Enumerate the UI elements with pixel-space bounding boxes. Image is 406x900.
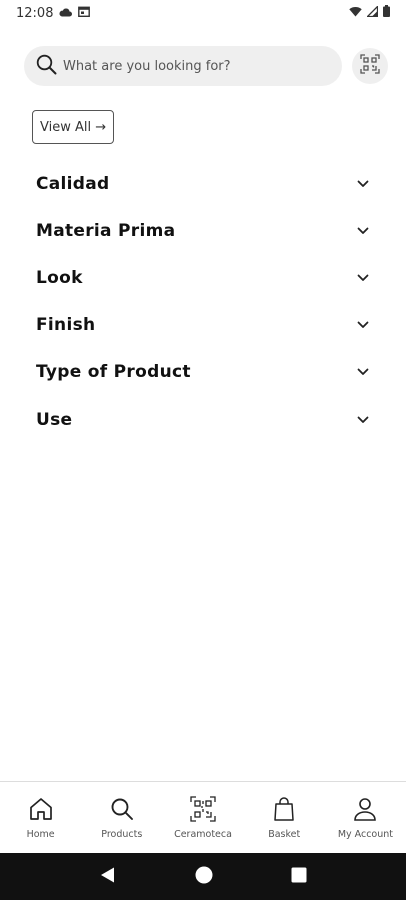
filter-label: Look <box>36 267 83 288</box>
search-row <box>24 46 388 86</box>
filter-label: Use <box>36 409 73 430</box>
filter-label: Type of Product <box>36 362 191 383</box>
nav-label: Ceramoteca <box>174 829 232 840</box>
filter-use[interactable]: Use <box>36 396 370 443</box>
nav-label: My Account <box>337 829 394 840</box>
home-icon <box>28 796 54 826</box>
chevron-down-icon <box>356 318 370 332</box>
search-icon <box>109 796 135 826</box>
search-icon <box>36 54 57 79</box>
system-nav-bar <box>0 853 406 900</box>
nav-label: Home <box>26 829 55 840</box>
search-bar[interactable] <box>24 46 342 86</box>
recents-icon[interactable] <box>291 867 307 887</box>
filter-look[interactable]: Look <box>36 254 370 301</box>
nav-basket[interactable]: Basket <box>244 782 325 853</box>
filter-label: Materia Prima <box>36 220 176 241</box>
filter-calidad[interactable]: Calidad <box>36 160 370 207</box>
nav-ceramoteca[interactable]: Ceramoteca <box>162 782 243 853</box>
chevron-down-icon <box>356 224 370 238</box>
shopping-bag-icon <box>271 796 297 826</box>
back-icon[interactable] <box>99 866 117 888</box>
bottom-nav: Home Products Ceramoteca Basket My Accou… <box>0 781 406 853</box>
chevron-down-icon <box>356 365 370 379</box>
filter-label: Calidad <box>36 173 110 194</box>
chevron-down-icon <box>356 413 370 427</box>
filter-type-of-product[interactable]: Type of Product <box>36 349 370 396</box>
home-circle-icon[interactable] <box>195 866 213 888</box>
wifi-icon <box>349 6 362 21</box>
status-bar: 12:08 <box>0 0 406 26</box>
filter-finish[interactable]: Finish <box>36 302 370 349</box>
nav-label: Basket <box>268 829 301 840</box>
nav-home[interactable]: Home <box>0 782 81 853</box>
qr-scan-button[interactable] <box>352 48 388 84</box>
chevron-down-icon <box>356 271 370 285</box>
qr-scan-icon <box>360 54 380 78</box>
nav-label: Products <box>101 829 143 840</box>
calendar-icon <box>78 6 91 21</box>
user-icon <box>352 796 378 826</box>
filter-materia-prima[interactable]: Materia Prima <box>36 207 370 254</box>
nav-products[interactable]: Products <box>81 782 162 853</box>
filter-label: Finish <box>36 315 96 336</box>
filter-list: Calidad Materia Prima Look Finish Type o… <box>36 160 370 443</box>
nav-my-account[interactable]: My Account <box>325 782 406 853</box>
battery-icon <box>383 5 390 21</box>
chevron-down-icon <box>356 177 370 191</box>
qr-code-icon <box>190 796 216 826</box>
cloud-icon <box>59 6 73 21</box>
search-input[interactable] <box>63 58 313 74</box>
status-time: 12:08 <box>16 5 54 21</box>
signal-icon <box>365 4 379 21</box>
view-all-button[interactable]: View All → <box>32 110 115 144</box>
